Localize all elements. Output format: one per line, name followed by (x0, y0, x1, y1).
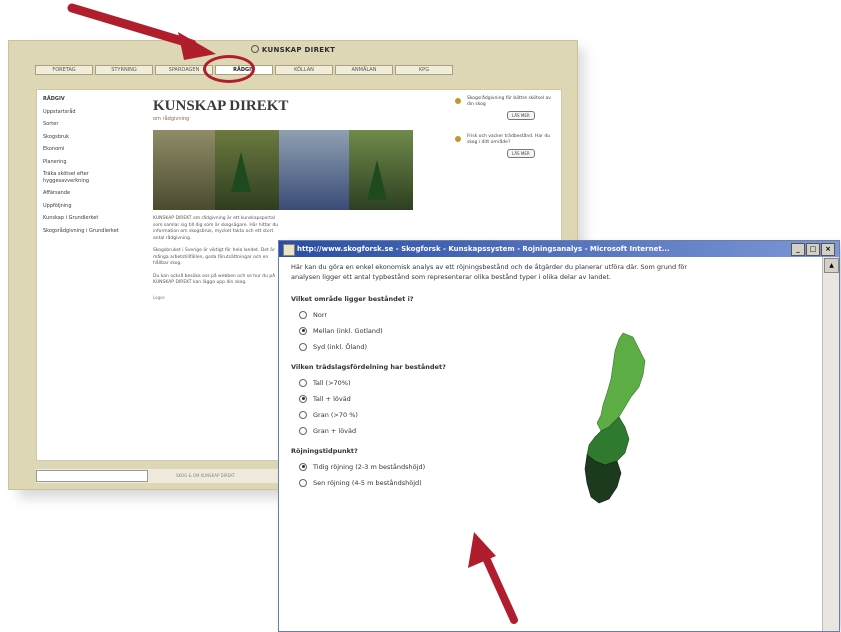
logo-text: KUNSKAP DIREKT (261, 46, 336, 54)
browser-window: http://www.skogforsk.se - Skogforsk - Ku… (278, 240, 840, 632)
option-row[interactable]: Tall (>70%) (299, 378, 811, 387)
sweden-region-map (584, 332, 646, 504)
option-label: Tall (>70%) (313, 378, 351, 387)
vertical-scrollbar[interactable]: ▲ (822, 257, 839, 631)
bottom-arrow-icon (468, 532, 518, 624)
option-row[interactable]: Mellan (inkl. Gotland) (299, 326, 811, 335)
option-label: Tidig röjning (2-3 m beståndshöjd) (313, 462, 426, 471)
tree-shape (367, 160, 387, 200)
sidebar-item-1[interactable]: Uppstartsråd (43, 109, 123, 116)
option-label: Tall + löväd (313, 394, 351, 403)
radio-button[interactable] (299, 378, 307, 387)
logo-icon (250, 45, 259, 53)
promo-item-2: Frisk och vacker trädbestånd. Har du sko… (455, 134, 557, 158)
browser-title: http://www.skogforsk.se - Skogforsk - Ku… (297, 245, 670, 253)
nav-tab-0[interactable]: FORETAG (35, 65, 93, 75)
photo-panel-3 (279, 130, 351, 210)
sidebar: RÅDGIV Uppstartsråd Sorter Skogsbruk Eko… (43, 96, 123, 240)
sidebar-item-2[interactable]: Sorter (43, 121, 123, 128)
nav-tab-5[interactable]: ANMÄLAN (335, 65, 393, 75)
sidebar-item-5[interactable]: Planering (43, 159, 123, 166)
sidebar-item-8[interactable]: Uppföljning (43, 203, 123, 210)
analysis-form: Här kan du göra en enkel ekonomisk analy… (291, 263, 811, 504)
radio-button[interactable] (299, 462, 307, 471)
browser-icon (283, 244, 295, 256)
page-title: KUNSKAP DIREKT (153, 98, 289, 114)
option-label: Sen röjning (4-5 m beståndshöjd) (313, 478, 422, 487)
sidebar-item-10[interactable]: Skogsrådgivning i Grundlerket (43, 228, 123, 235)
radio-button[interactable] (299, 426, 307, 435)
option-row[interactable]: Norr (299, 310, 811, 319)
minimize-button[interactable]: _ (791, 243, 805, 256)
option-row[interactable]: Tidig röjning (2-3 m beståndshöjd) (299, 462, 811, 471)
radio-button[interactable] (299, 342, 307, 351)
paragraph-1: KUNSKAP DIREKT om rådgivning är ett kuns… (153, 216, 279, 241)
option-row[interactable]: Gran + löväd (299, 426, 811, 435)
option-row[interactable]: Sen röjning (4-5 m beståndshöjd) (299, 478, 811, 487)
scroll-up-arrow-icon[interactable]: ▲ (824, 258, 839, 273)
option-label: Norr (313, 310, 328, 319)
promo-item-1: Skogsrådgivning för bättre skötsel av di… (455, 96, 557, 120)
hero-photo (153, 130, 413, 210)
nav-tab-6[interactable]: KPG (395, 65, 453, 75)
sidebar-item-0[interactable]: RÅDGIV (43, 96, 123, 103)
radio-button[interactable] (299, 410, 307, 419)
footer-search-input[interactable] (36, 470, 148, 482)
nav-tab-4[interactable]: KÖLLAN (275, 65, 333, 75)
option-row[interactable]: Syd (inkl. Öland) (299, 342, 811, 351)
window-controls: _ □ × (791, 243, 835, 256)
paragraph-3: Du kan också besöka oss på webben och se… (153, 273, 276, 286)
question-timing: Röjningstidpunkt? (291, 446, 358, 455)
read-more-button-1[interactable]: LÄS MER (507, 110, 535, 120)
sidebar-item-6[interactable]: Träka skötsel efter hyggesavverkning (43, 171, 123, 184)
tree-shape (231, 152, 251, 192)
promo-text-1: Skogsrådgivning för bättre skötsel av di… (467, 96, 551, 107)
sidebar-item-4[interactable]: Ekonomi (43, 146, 123, 153)
sidebar-item-3[interactable]: Skogsbruk (43, 134, 123, 141)
right-column: Skogsrådgivning för bättre skötsel av di… (455, 96, 557, 172)
option-row[interactable]: Gran (>70 %) (299, 410, 811, 419)
option-label: Mellan (inkl. Gotland) (313, 326, 383, 335)
question-region: Vilket område ligger beståndet i? (291, 294, 414, 303)
question-species: Vilken trädslagsfördelning har beståndet… (291, 362, 446, 371)
sidebar-item-9[interactable]: Kunskap i Grundlerket (43, 215, 123, 222)
radio-button[interactable] (299, 310, 307, 319)
radio-button[interactable] (299, 326, 307, 335)
photo-panel-1 (153, 130, 223, 210)
option-row[interactable]: Tall + löväd (299, 394, 811, 403)
sidebar-item-7[interactable]: Affärsande (43, 190, 123, 197)
map-region-north[interactable] (596, 332, 646, 432)
footer-text: SKOG & OM KUNSKAP DIREKT (176, 473, 235, 478)
paragraph-2: Skogsbruket i Sverige är viktigt för hel… (153, 248, 275, 267)
page-subtitle: om rådgivning (153, 116, 190, 122)
promo-text-2: Frisk och vacker trädbestånd. Har du sko… (467, 133, 551, 145)
close-button[interactable]: × (821, 243, 835, 256)
browser-titlebar[interactable]: http://www.skogforsk.se - Skogforsk - Ku… (279, 241, 839, 257)
maximize-button[interactable]: □ (806, 243, 820, 256)
radio-button[interactable] (299, 394, 307, 403)
option-label: Gran (>70 %) (313, 410, 358, 419)
nav-tab-1[interactable]: STYRNING (95, 65, 153, 75)
radio-button[interactable] (299, 478, 307, 487)
top-arrow-icon (67, 3, 216, 60)
option-label: Syd (inkl. Öland) (313, 342, 368, 351)
option-label: Gran + löväd (313, 426, 357, 435)
read-more-button-2[interactable]: LÄS MER (507, 148, 535, 158)
intro-text: Här kan du göra en enkel ekonomisk analy… (291, 263, 688, 281)
